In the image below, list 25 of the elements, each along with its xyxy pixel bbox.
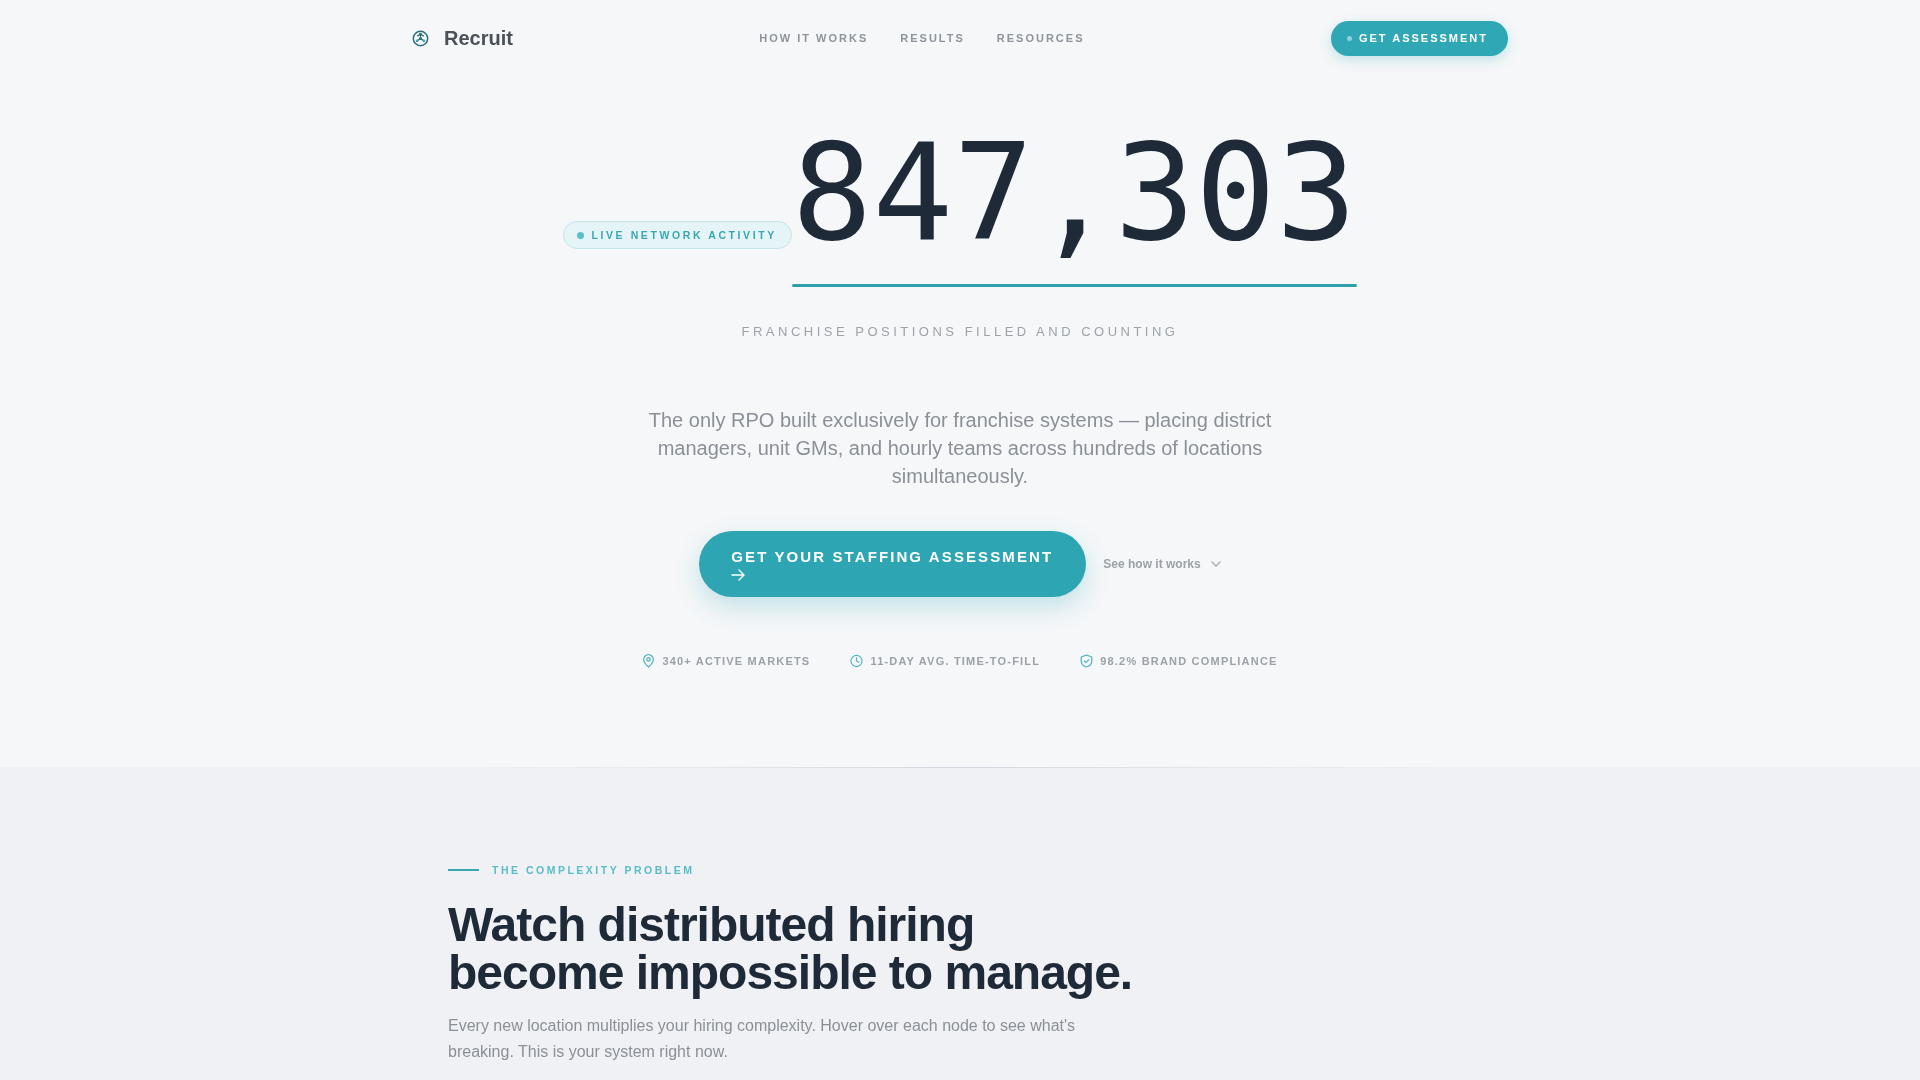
nav-link[interactable]: RESOURCES bbox=[996, 32, 1085, 44]
counter-caption: FRANCHISE POSITIONS FILLED AND COUNTING bbox=[741, 324, 1179, 340]
brand-name: Recruit bbox=[444, 26, 513, 50]
nav-link[interactable]: RESULTS bbox=[900, 32, 965, 44]
get-assessment-button[interactable]: GET ASSESSMENT bbox=[1330, 20, 1508, 56]
shield-check-icon bbox=[1080, 654, 1094, 668]
clock-icon bbox=[850, 654, 864, 668]
intro-text: The only RPO built exclusively for franchise systems — placing district managers, unit GMs, and hourly teams across hundreds of locations simultaneously. bbox=[647, 408, 1273, 489]
activity-label: LIVE NETWORK ACTIVITY bbox=[591, 229, 777, 241]
stat-label: 340+ ACTIVE MARKETS bbox=[662, 654, 811, 668]
location-pin-icon bbox=[642, 654, 656, 668]
section-eyebrow: THE COMPLEXITY PROBLEM bbox=[492, 863, 695, 877]
section-description: Every new location multiplies your hiring complexity. Hover over each node to see what's breaking. This is your system right now. bbox=[448, 1016, 1077, 1062]
logo-icon bbox=[412, 29, 429, 47]
stat-label: 98.2% BRAND COMPLIANCE bbox=[1100, 654, 1278, 668]
stat-label: 11-DAY AVG. TIME-TO-FILL bbox=[870, 654, 1041, 668]
staffing-assessment-button[interactable]: GET YOUR STAFFING ASSESSMENT bbox=[699, 531, 1087, 597]
nav-link[interactable]: HOW IT WORKS bbox=[759, 32, 869, 44]
see-how-it-works-link[interactable]: See how it works bbox=[1103, 557, 1221, 571]
counter-value: 847,303 bbox=[791, 126, 1357, 260]
status-dot-icon bbox=[577, 231, 585, 239]
section-heading: Watch distributed hiring become impossible to manage. bbox=[448, 901, 1134, 997]
dot-icon bbox=[1346, 35, 1352, 41]
arrow-right-icon bbox=[731, 568, 746, 581]
chevron-down-icon bbox=[1210, 561, 1221, 567]
